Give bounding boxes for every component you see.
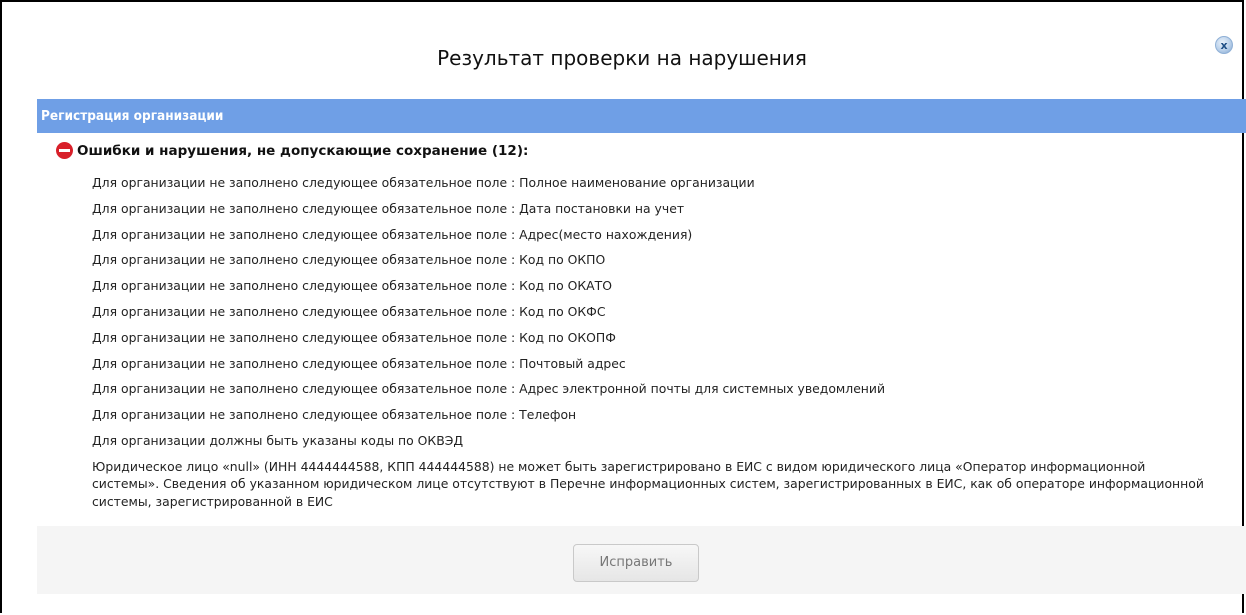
list-item: Для организации не заполнено следующее о… bbox=[92, 303, 606, 319]
list-item: Для организации должны быть указаны коды… bbox=[92, 432, 464, 448]
violations-dialog: x Результат проверки на нарушения Регист… bbox=[0, 0, 1246, 613]
list-item: Для организации не заполнено следующее о… bbox=[92, 329, 616, 345]
errors-heading-label: Ошибки и нарушения, не допускающие сохра… bbox=[77, 142, 529, 159]
errors-list: Для организации не заполнено следующее о… bbox=[92, 174, 1212, 511]
list-item: Для организации не заполнено следующее о… bbox=[92, 355, 626, 371]
dialog-title: Результат проверки на нарушения bbox=[437, 46, 807, 70]
errors-heading: Ошибки и нарушения, не допускающие сохра… bbox=[56, 142, 528, 159]
list-item: Для организации не заполнено следующее о… bbox=[92, 175, 755, 190]
section-header: Регистрация организации bbox=[37, 99, 1246, 133]
list-item: Юридическое лицо «null» (ИНН 4444444588,… bbox=[92, 458, 1204, 509]
fix-button[interactable]: Исправить bbox=[573, 544, 699, 582]
list-item: Для организации не заполнено следующее о… bbox=[92, 252, 606, 268]
list-item: Для организации не заполнено следующее о… bbox=[92, 226, 693, 242]
list-item: Для организации не заполнено следующее о… bbox=[92, 278, 612, 294]
list-item: Для организации не заполнено следующее о… bbox=[92, 200, 685, 216]
list-item: Для организации не заполнено следующее о… bbox=[92, 407, 577, 423]
error-stop-icon bbox=[56, 142, 73, 159]
list-item: Для организации не заполнено следующее о… bbox=[92, 381, 886, 397]
